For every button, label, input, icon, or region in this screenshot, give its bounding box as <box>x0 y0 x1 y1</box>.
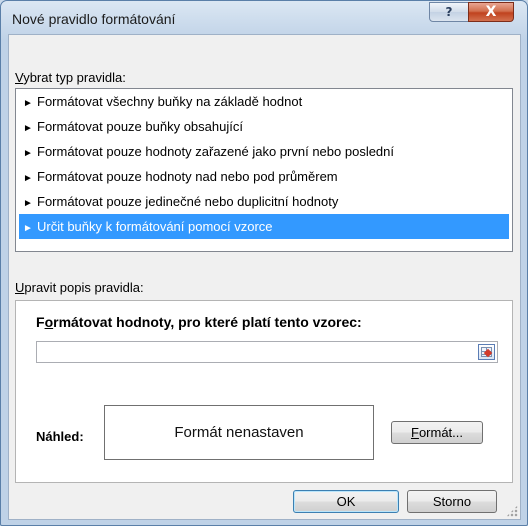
triangle-right-icon: ► <box>23 123 33 134</box>
rule-type-item[interactable]: ► Určit buňky k formátování pomocí vzorce <box>19 214 509 239</box>
help-button[interactable]: ? <box>429 2 469 22</box>
formula-label: Formátovat hodnoty, pro které platí tent… <box>36 314 362 330</box>
rule-type-item-label: Určit buňky k formátování pomocí vzorce <box>37 219 273 234</box>
dialog-client-area: Vybrat typ pravidla: ► Formátovat všechny… <box>8 34 521 520</box>
title-bar[interactable]: Nové pravidlo formátování ? X <box>1 1 527 33</box>
triangle-right-icon: ► <box>23 198 33 209</box>
rule-type-item-label: Formátovat pouze hodnoty zařazené jako p… <box>37 144 395 159</box>
preview-box: Formát nenastaven <box>104 405 374 460</box>
description-label: Upravit popis pravidla: <box>15 280 144 295</box>
resize-grip[interactable] <box>506 505 518 517</box>
rule-type-item[interactable]: ► Formátovat pouze hodnoty zařazené jako … <box>16 139 512 164</box>
rule-type-item-label: Formátovat pouze buňky obsahující <box>37 119 243 134</box>
rule-type-item[interactable]: ► Formátovat pouze buňky obsahující <box>16 114 512 139</box>
rule-type-list[interactable]: ► Formátovat všechny buňky na základě hod… <box>15 88 513 252</box>
rule-type-item[interactable]: ► Formátovat pouze hodnoty nad nebo pod p… <box>16 164 512 189</box>
triangle-right-icon: ► <box>23 173 33 184</box>
triangle-right-icon: ► <box>23 148 33 159</box>
cancel-button[interactable]: Storno <box>407 490 497 513</box>
range-select-button[interactable] <box>478 344 495 360</box>
rule-description-panel: Formátovat hodnoty, pro které platí tent… <box>15 300 513 483</box>
rule-type-item-label: Formátovat pouze jedinečné nebo duplicit… <box>37 194 339 209</box>
triangle-right-icon: ► <box>23 98 33 109</box>
close-icon: X <box>485 4 497 20</box>
close-button[interactable]: X <box>468 2 514 22</box>
rule-type-item-label: Formátovat všechny buňky na základě hodn… <box>37 94 303 109</box>
rule-type-item[interactable]: ► Formátovat všechny buňky na základě hod… <box>16 89 512 114</box>
preview-text: Formát nenastaven <box>174 424 304 441</box>
preview-label: Náhled: <box>36 429 84 444</box>
format-button[interactable]: Formát... <box>391 421 483 444</box>
formula-input[interactable] <box>36 341 498 363</box>
rule-type-item[interactable]: ► Formátovat pouze jedinečné nebo duplici… <box>16 189 512 214</box>
help-icon: ? <box>445 5 453 19</box>
ok-button[interactable]: OK <box>293 490 399 513</box>
triangle-right-icon: ► <box>23 223 33 234</box>
rule-type-item-label: Formátovat pouze hodnoty nad nebo pod pr… <box>37 169 338 184</box>
rule-type-label: Vybrat typ pravidla: <box>15 70 126 85</box>
dialog-window: Nové pravidlo formátování ? X Vybrat typ… <box>0 0 528 526</box>
dialog-title: Nové pravidlo formátování <box>12 11 176 27</box>
